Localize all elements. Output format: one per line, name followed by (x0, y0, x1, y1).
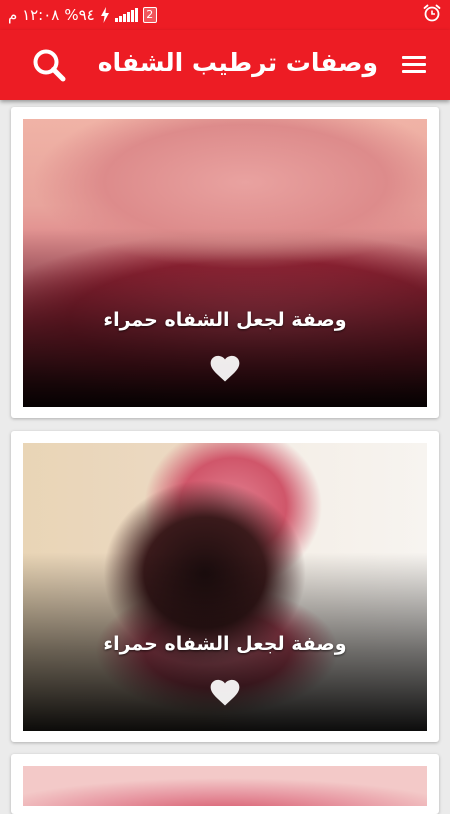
status-icons: ١٢:٠٨ م %٩٤ 2 (8, 6, 157, 24)
menu-icon[interactable] (402, 56, 426, 74)
status-bar: ١٢:٠٨ م %٩٤ 2 (0, 0, 450, 30)
alarm-icon (423, 4, 441, 22)
recipe-title: وصفة لجعل الشفاه حمراء (103, 633, 347, 655)
recipe-image: وصفة لجعل الشفاه حمراء (23, 443, 427, 731)
recipe-title: وصفة لجعل الشفاه حمراء (103, 309, 347, 331)
recipe-image (23, 766, 427, 806)
search-icon[interactable] (30, 46, 70, 86)
sim-icon: 2 (142, 7, 157, 23)
status-time: ١٢:٠٨ م (8, 6, 60, 24)
battery-charging-icon (100, 7, 109, 23)
battery-percent: %٩٤ (64, 6, 95, 24)
recipe-card[interactable]: وصفة لجعل الشفاه حمراء (11, 107, 439, 418)
recipe-image: وصفة لجعل الشفاه حمراء (23, 119, 427, 407)
page-title: وصفات ترطيب الشفاه (97, 48, 378, 77)
recipe-card[interactable] (11, 754, 439, 814)
signal-icon (114, 8, 138, 22)
app-toolbar: وصفات ترطيب الشفاه (0, 30, 450, 100)
heart-icon[interactable] (210, 679, 240, 707)
recipe-card[interactable]: وصفة لجعل الشفاه حمراء (11, 431, 439, 742)
heart-icon[interactable] (210, 355, 240, 383)
